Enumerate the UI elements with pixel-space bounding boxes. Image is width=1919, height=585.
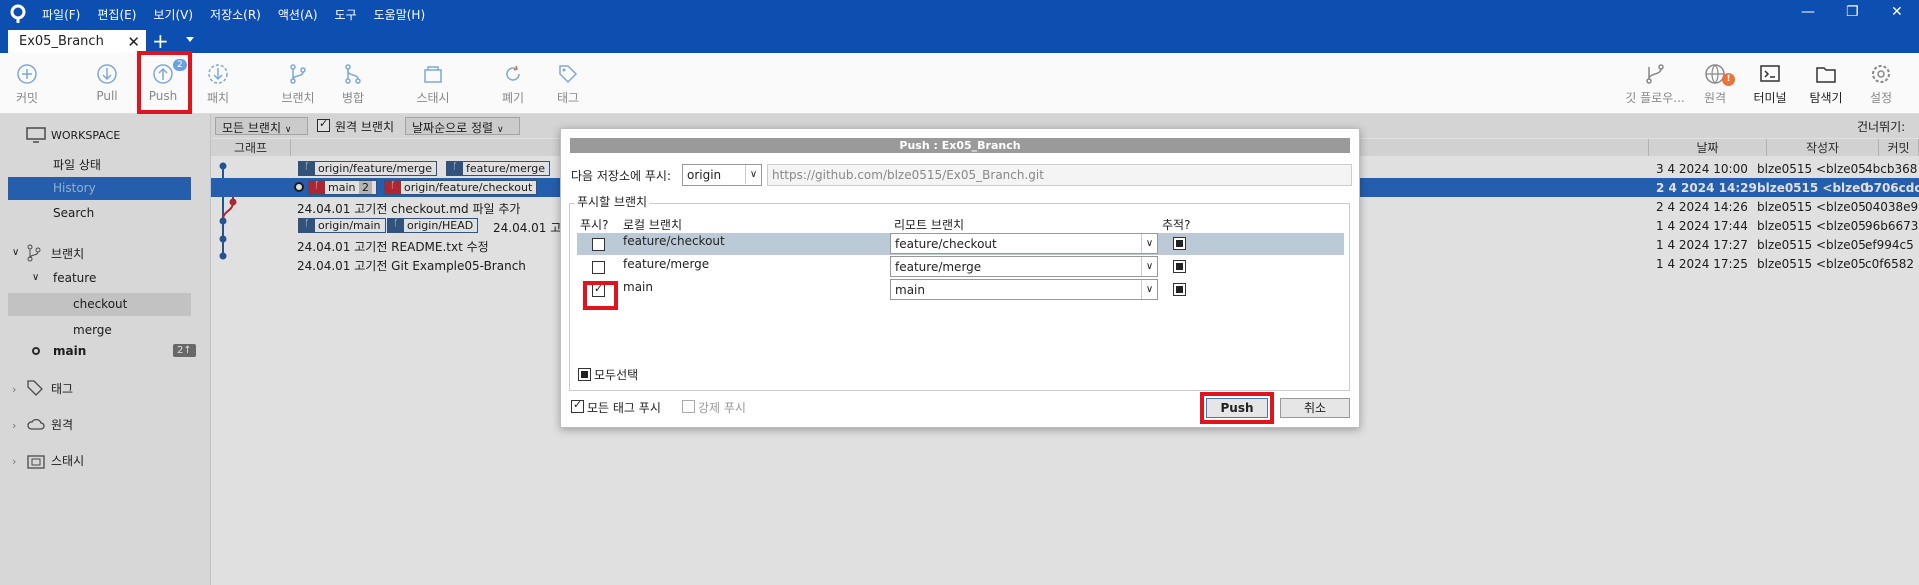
menu-actions[interactable]: 액션(A) — [278, 6, 318, 23]
commit-button[interactable]: 커밋 — [0, 53, 62, 114]
commit-icon — [17, 64, 37, 84]
fetch-label: 패치 — [206, 91, 230, 105]
folder-icon — [1816, 67, 1836, 83]
branches-group-label: 푸시할 브랜치 — [575, 193, 650, 210]
remote-branch-value: main — [895, 283, 925, 297]
git-flow-icon — [1646, 64, 1664, 84]
push-dialog: Push : Ex05_Branch 다음 저장소에 푸시: origin ∨ … — [560, 128, 1360, 428]
title-bar: 파일(F) 편집(E) 보기(V) 저장소(R) 액션(A) 도구 도움말(H)… — [0, 0, 1919, 28]
stash-label: 스태시 — [416, 91, 450, 105]
settings-label: 설정 — [1869, 91, 1893, 105]
local-branch-name: feature/checkout — [623, 234, 725, 248]
push-all-tags-label: 모든 태그 푸시 — [587, 401, 661, 415]
close-window-icon[interactable]: ✕ — [1891, 4, 1903, 20]
new-tab-icon[interactable]: + — [152, 29, 169, 53]
branches-group: 푸시? 로컬 브랜치 리모트 브랜치 추적? feature/checkout … — [569, 203, 1350, 391]
tab-bar: Ex05_Branch ✕ + — [0, 28, 1919, 54]
settings-button[interactable]: 설정 — [1846, 53, 1916, 114]
remote-warning-badge: ! — [1722, 73, 1735, 86]
remote-branch-value: feature/merge — [895, 260, 982, 274]
menu-file[interactable]: 파일(F) — [42, 6, 80, 23]
remote-select-value: origin — [687, 168, 722, 182]
sourcetree-logo-icon — [10, 4, 26, 23]
remote-branch-select[interactable]: main ∨ — [890, 279, 1158, 300]
local-branch-name: main — [623, 280, 653, 294]
remote-branch-value: feature/checkout — [895, 237, 997, 251]
remote-url-field[interactable]: https://github.com/blze0515/Ex05_Branch.… — [767, 164, 1352, 186]
select-all-label: 모두선택 — [594, 368, 639, 382]
push-to-label: 다음 저장소에 푸시: — [571, 169, 671, 183]
remote-branch-select[interactable]: feature/checkout ∨ — [890, 233, 1158, 254]
push-all-tags-checkbox[interactable] — [571, 398, 584, 413]
chevron-down-icon: ∨ — [1141, 280, 1157, 299]
fetch-icon — [208, 64, 228, 84]
menu-help[interactable]: 도움말(H) — [374, 6, 426, 23]
fetch-button[interactable]: 패치 — [183, 53, 253, 114]
header-remote-branch: 리모트 브랜치 — [894, 218, 965, 232]
push-highlight-box — [137, 51, 192, 114]
chevron-down-icon: ∨ — [1141, 257, 1157, 276]
gear-icon — [1872, 65, 1890, 83]
branch-table-header: 푸시? 로컬 브랜치 리모트 브랜치 추적? — [577, 214, 1344, 233]
track-checkbox[interactable] — [1173, 260, 1186, 273]
main-checkbox-highlight-box — [583, 281, 618, 310]
minimize-icon[interactable]: — — [1801, 4, 1815, 20]
local-branch-name: feature/merge — [623, 257, 710, 271]
header-push: 푸시? — [580, 218, 609, 232]
menu-tools[interactable]: 도구 — [335, 6, 357, 23]
force-push-label: 강제 푸시 — [698, 401, 746, 415]
close-tab-icon[interactable]: ✕ — [127, 33, 140, 51]
commit-label: 커밋 — [15, 91, 39, 105]
header-track: 추적? — [1162, 218, 1191, 232]
merge-icon — [345, 64, 361, 84]
cancel-button[interactable]: 취소 — [1280, 398, 1350, 418]
tab-repository[interactable]: Ex05_Branch ✕ — [8, 30, 146, 54]
menu-edit[interactable]: 편집(E) — [97, 6, 136, 23]
push-checkbox[interactable] — [592, 238, 605, 251]
stash-icon — [424, 66, 442, 83]
force-push-checkbox[interactable] — [682, 400, 695, 413]
select-all-checkbox[interactable] — [578, 368, 591, 381]
track-checkbox[interactable] — [1173, 237, 1186, 250]
tag-label: 태그 — [556, 91, 580, 105]
pull-icon — [97, 64, 117, 84]
chevron-down-icon: ∨ — [1141, 234, 1157, 253]
branch-row[interactable]: main main ∨ — [577, 279, 1344, 301]
chevron-down-icon: ∨ — [745, 165, 761, 184]
branch-row[interactable]: feature/merge feature/merge ∨ — [577, 256, 1344, 278]
tag-button[interactable]: 태그 — [533, 53, 603, 114]
header-local-branch: 로컬 브랜치 — [623, 218, 683, 232]
track-checkbox[interactable] — [1173, 283, 1186, 296]
branch-icon — [290, 64, 306, 84]
menu-repository[interactable]: 저장소(R) — [210, 6, 261, 23]
tag-icon — [559, 65, 578, 84]
restore-icon[interactable]: ❐ — [1846, 4, 1859, 20]
menu-view[interactable]: 보기(V) — [153, 6, 193, 23]
merge-label: 병합 — [341, 91, 365, 105]
discard-icon — [506, 65, 520, 81]
terminal-icon — [1760, 65, 1780, 82]
tab-title: Ex05_Branch — [19, 34, 104, 49]
dialog-title: Push : Ex05_Branch — [570, 138, 1350, 153]
push-checkbox[interactable] — [592, 261, 605, 274]
branch-row[interactable]: feature/checkout feature/checkout ∨ — [577, 233, 1344, 255]
merge-button[interactable]: 병합 — [318, 53, 388, 114]
tab-dropdown-icon[interactable] — [186, 37, 194, 42]
remote-select[interactable]: origin ∨ — [682, 164, 762, 186]
push-button-highlight-box — [1200, 392, 1274, 424]
menu-bar: 파일(F) 편집(E) 보기(V) 저장소(R) 액션(A) 도구 도움말(H) — [42, 6, 442, 23]
stash-button[interactable]: 스태시 — [398, 53, 468, 114]
toolbar: 커밋 Pull Push 2 패치 브랜치 병합 스태시 폐기 태그 깃 플로우… — [0, 53, 1919, 114]
remote-branch-select[interactable]: feature/merge ∨ — [890, 256, 1158, 277]
